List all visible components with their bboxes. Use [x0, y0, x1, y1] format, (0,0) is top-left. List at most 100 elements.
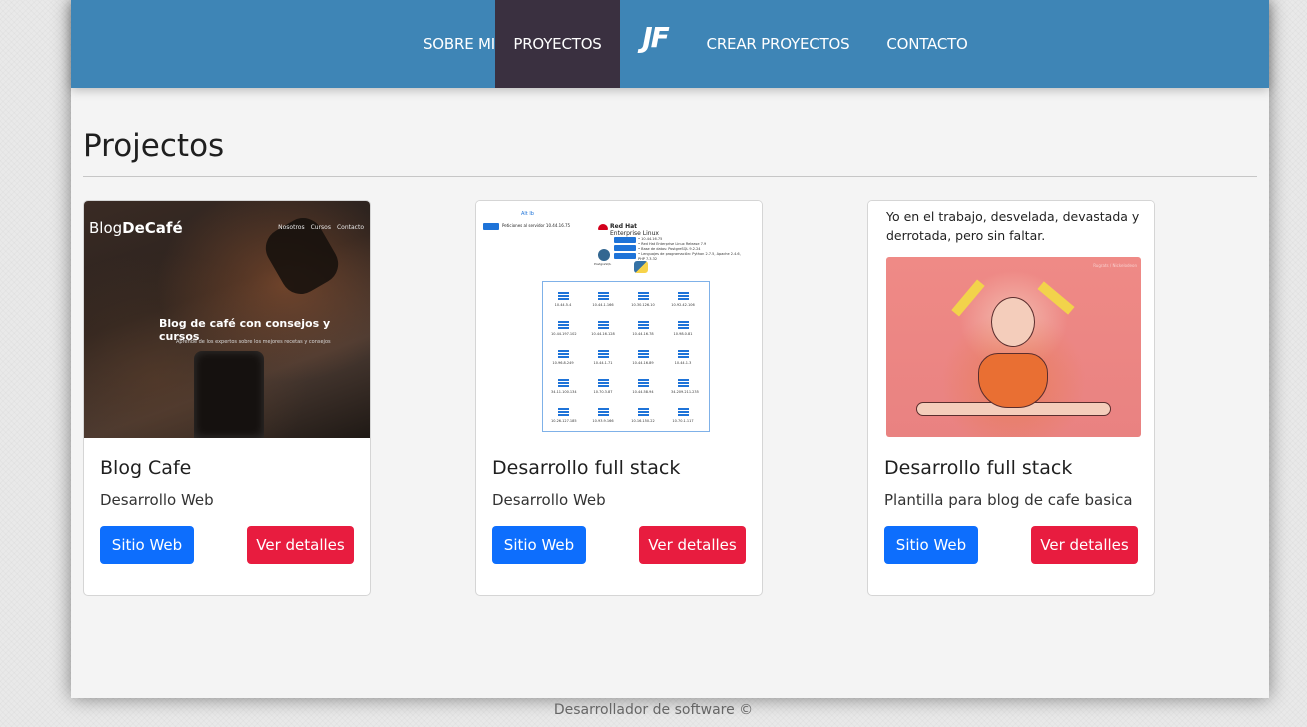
server-node: 10.44.1.166 — [591, 292, 615, 307]
server-node-label: 10.44.197.102 — [551, 332, 577, 336]
server-icon — [557, 321, 569, 330]
server-icon — [597, 292, 609, 301]
server-node: 10.44.1.71 — [591, 350, 615, 365]
server-node: 10.96.8.249 — [551, 350, 575, 365]
server-node-label: 10.44.1.166 — [592, 303, 614, 307]
title-divider — [83, 176, 1257, 177]
server-node-label: 34.209.211.235 — [671, 390, 699, 394]
server-icon — [557, 292, 569, 301]
postgresql-icon — [598, 249, 610, 261]
server-icon — [637, 379, 649, 388]
server-node: 10.44.5.4 — [551, 292, 575, 307]
server-node: 10.44.58.94 — [631, 379, 655, 394]
page-container: SOBRE MI PROYECTOS JF CREAR PROYECTOS CO… — [71, 0, 1269, 698]
server-node: 10.44.1.3 — [671, 350, 695, 365]
ver-detalles-button[interactable]: Ver detalles — [639, 526, 746, 564]
server-node: 34.209.211.235 — [671, 379, 699, 394]
server-node: 34.11.100.134 — [551, 379, 577, 394]
card-description: Plantilla para blog de cafe basica — [884, 491, 1133, 509]
server-icon — [637, 321, 649, 330]
sitio-web-button[interactable]: Sitio Web — [492, 526, 586, 564]
sitio-web-button[interactable]: Sitio Web — [100, 526, 194, 564]
server-icon — [637, 292, 649, 301]
python-icon — [634, 261, 648, 273]
server-icon — [557, 350, 569, 359]
server-node-label: 10.44.1.3 — [674, 361, 692, 365]
server-node-label: 10.98.0.81 — [673, 332, 693, 336]
server-icon — [677, 408, 689, 417]
server-node: 10.30.126.10 — [631, 292, 655, 307]
request-tag — [483, 223, 499, 230]
meme-picture: Rugrats / Nickelodeon — [886, 257, 1141, 437]
server-node: 10.44.16.78 — [631, 321, 655, 336]
page-title: Projectos — [83, 128, 225, 164]
server-icon — [557, 379, 569, 388]
server-icon — [677, 350, 689, 359]
nav-proyectos[interactable]: PROYECTOS — [495, 0, 620, 88]
vendor-label: Red Hat Enterprise Linux — [610, 223, 659, 237]
sitio-web-button[interactable]: Sitio Web — [884, 526, 978, 564]
server-icon — [637, 408, 649, 417]
server-node: 10.98.0.81 — [671, 321, 695, 336]
server-node-label: 10.44.58.94 — [632, 390, 654, 394]
server-node: 10.70.1.117 — [671, 408, 695, 423]
coffee-cup-graphic — [194, 351, 264, 438]
server-node-label: 10.30.126.10 — [631, 303, 655, 307]
card-title: Desarrollo full stack — [492, 457, 681, 479]
top-navbar: SOBRE MI PROYECTOS JF CREAR PROYECTOS CO… — [71, 0, 1269, 88]
server-node-label: 10.44.5.4 — [554, 303, 572, 307]
server-node-label: 10.16.150.22 — [631, 419, 655, 423]
server-node-label: 34.11.100.134 — [551, 390, 577, 394]
card-title: Blog Cafe — [100, 457, 192, 479]
project-image-blog-cafe: BlogDeCafé Nosotros Cursos Contacto Blog d… — [84, 201, 370, 438]
card-description: Desarrollo Web — [100, 491, 214, 509]
server-node-label: 10.96.8.249 — [552, 361, 574, 365]
server-icon — [597, 379, 609, 388]
project-card-blog-template: Yo en el trabajo, desvelada, devastada y… — [867, 200, 1155, 596]
jf-logo[interactable]: JF — [637, 18, 673, 58]
server-icon — [597, 408, 609, 417]
server-node-label: 10.44.16.89 — [632, 361, 654, 365]
db-label: PostgreSQL — [594, 262, 612, 266]
server-node-label: 10.70.1.117 — [672, 419, 694, 423]
blog-subline: Aprende de los expertos sobre los mejore… — [176, 339, 331, 345]
nav-contacto[interactable]: CONTACTO — [866, 0, 988, 88]
meme-caption: Yo en el trabajo, desvelada, devastada y… — [886, 209, 1140, 243]
server-node: 10.93.9.166 — [591, 408, 615, 423]
footer-text: Desarrollador de software © — [553, 702, 754, 718]
server-stack-icon — [614, 237, 636, 259]
server-node-label: 10.26.127.185 — [551, 419, 577, 423]
diagram-top-label: Alt lb — [521, 211, 534, 217]
server-cluster: 10.44.5.4 10.44.1.166 10.30.126.10 10.92.42… — [542, 281, 710, 432]
server-node-label: 10.44.1.71 — [593, 361, 613, 365]
server-node-label: 10.44.16.128 — [591, 332, 615, 336]
server-node: 10.44.16.89 — [631, 350, 655, 365]
server-node-label: 10.92.42.106 — [671, 303, 695, 307]
project-card-full-stack: Alt lb Peticiones al servidor 10.44.16.7… — [475, 200, 763, 596]
project-image-architecture-diagram: Alt lb Peticiones al servidor 10.44.16.7… — [476, 201, 762, 438]
server-node-label: 10.70.3.87 — [593, 390, 613, 394]
request-label: Peticiones al servidor 10.44.16.75 — [502, 223, 571, 228]
card-description: Desarrollo Web — [492, 491, 606, 509]
ver-detalles-button[interactable]: Ver detalles — [1031, 526, 1138, 564]
nav-crear-proyectos[interactable]: CREAR PROYECTOS — [690, 0, 866, 88]
server-node: 10.26.127.185 — [551, 408, 577, 423]
redhat-icon — [598, 224, 608, 230]
server-icon — [677, 292, 689, 301]
server-node: 10.92.42.106 — [671, 292, 695, 307]
server-node-label: 10.44.16.78 — [632, 332, 654, 336]
blog-menu: Nosotros Cursos Contacto — [278, 224, 364, 231]
project-image-meme: Yo en el trabajo, desvelada, devastada y… — [868, 201, 1154, 438]
server-node: 10.44.197.102 — [551, 321, 577, 336]
project-card-blog-cafe: BlogDeCafé Nosotros Cursos Contacto Blog d… — [83, 200, 371, 596]
card-title: Desarrollo full stack — [884, 457, 1073, 479]
server-icon — [637, 350, 649, 359]
server-node: 10.70.3.87 — [591, 379, 615, 394]
server-node-label: 10.93.9.166 — [592, 419, 614, 423]
server-node: 10.44.16.128 — [591, 321, 615, 336]
server-details: • 10.44.16.75 • Red Hat Enterprise Linux… — [638, 237, 741, 261]
server-icon — [677, 321, 689, 330]
ver-detalles-button[interactable]: Ver detalles — [247, 526, 354, 564]
meme-watermark: Rugrats / Nickelodeon — [1093, 263, 1137, 268]
server-icon — [597, 321, 609, 330]
